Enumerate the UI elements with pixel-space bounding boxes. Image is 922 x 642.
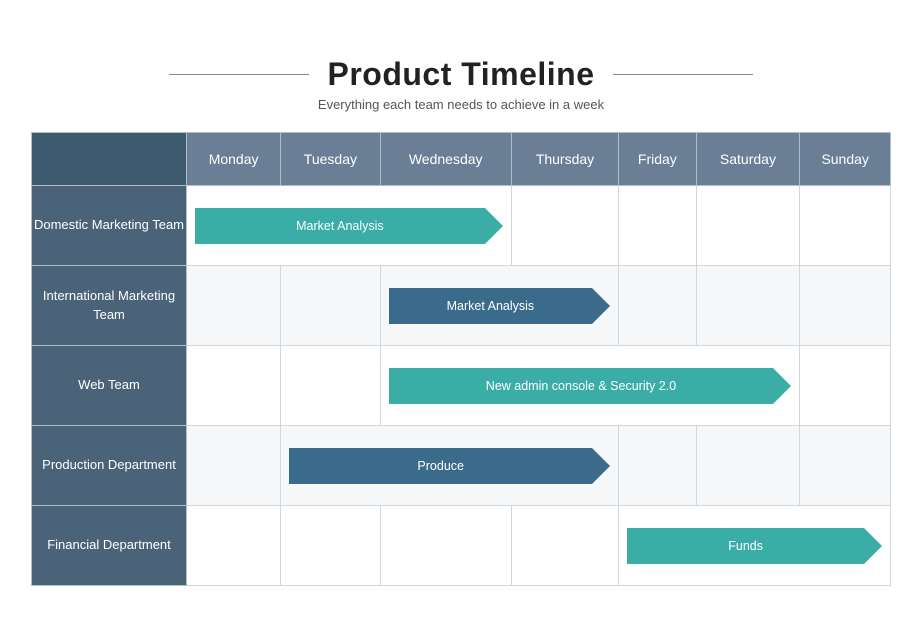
header-line-right: [613, 74, 753, 76]
table-row: Domestic Marketing Team Market Analysis: [32, 186, 891, 266]
empty-cell: [696, 186, 800, 266]
empty-cell: [187, 266, 281, 346]
header-label-cell: [32, 133, 187, 186]
empty-cell: [619, 426, 696, 506]
header-row: Monday Tuesday Wednesday Thursday Friday…: [32, 133, 891, 186]
header-sunday: Sunday: [800, 133, 891, 186]
bar-label: Market Analysis: [447, 299, 535, 313]
table-row: International Marketing Team Market Analy…: [32, 266, 891, 346]
header-saturday: Saturday: [696, 133, 800, 186]
header-thursday: Thursday: [511, 133, 618, 186]
empty-cell: [187, 346, 281, 426]
page-title: Product Timeline: [327, 56, 594, 93]
header-friday: Friday: [619, 133, 696, 186]
row-label: International Marketing Team: [32, 266, 187, 346]
table-row: Web Team New admin console & Security 2.0: [32, 346, 891, 426]
arrow-bar: Funds: [627, 528, 864, 564]
page-subtitle: Everything each team needs to achieve in…: [31, 97, 891, 112]
header-line-left: [169, 74, 309, 76]
empty-cell: [187, 426, 281, 506]
empty-cell: [800, 266, 891, 346]
row-label: Domestic Marketing Team: [32, 186, 187, 266]
empty-cell: [800, 346, 891, 426]
arrow-bar: Produce: [289, 448, 592, 484]
arrow-bar: Market Analysis: [195, 208, 485, 244]
page-wrapper: Product Timeline Everything each team ne…: [21, 36, 901, 606]
header-monday: Monday: [187, 133, 281, 186]
bar-label: Produce: [417, 459, 464, 473]
arrow-bar: Market Analysis: [389, 288, 593, 324]
bar-cell: Market Analysis: [187, 186, 512, 266]
row-label: Web Team: [32, 346, 187, 426]
empty-cell: [281, 346, 380, 426]
bar-cell: Produce: [281, 426, 619, 506]
bar-cell: Market Analysis: [380, 266, 619, 346]
header-tuesday: Tuesday: [281, 133, 380, 186]
empty-cell: [511, 186, 618, 266]
empty-cell: [800, 186, 891, 266]
header-section: Product Timeline Everything each team ne…: [31, 56, 891, 112]
empty-cell: [619, 266, 696, 346]
bar-label: Funds: [728, 539, 763, 553]
bar-label: New admin console & Security 2.0: [486, 379, 676, 393]
empty-cell: [800, 426, 891, 506]
header-lines: Product Timeline: [31, 56, 891, 93]
bar-cell: New admin console & Security 2.0: [380, 346, 800, 426]
bar-label: Market Analysis: [296, 219, 384, 233]
arrow-bar: New admin console & Security 2.0: [389, 368, 774, 404]
empty-cell: [281, 266, 380, 346]
bar-cell: Funds: [619, 506, 891, 586]
table-row: Financial Department Funds: [32, 506, 891, 586]
empty-cell: [281, 506, 380, 586]
empty-cell: [380, 506, 511, 586]
timeline-table: Monday Tuesday Wednesday Thursday Friday…: [31, 132, 891, 586]
empty-cell: [511, 506, 618, 586]
row-label: Production Department: [32, 426, 187, 506]
header-wednesday: Wednesday: [380, 133, 511, 186]
table-row: Production Department Produce: [32, 426, 891, 506]
empty-cell: [619, 186, 696, 266]
empty-cell: [696, 266, 800, 346]
empty-cell: [696, 426, 800, 506]
row-label: Financial Department: [32, 506, 187, 586]
empty-cell: [187, 506, 281, 586]
